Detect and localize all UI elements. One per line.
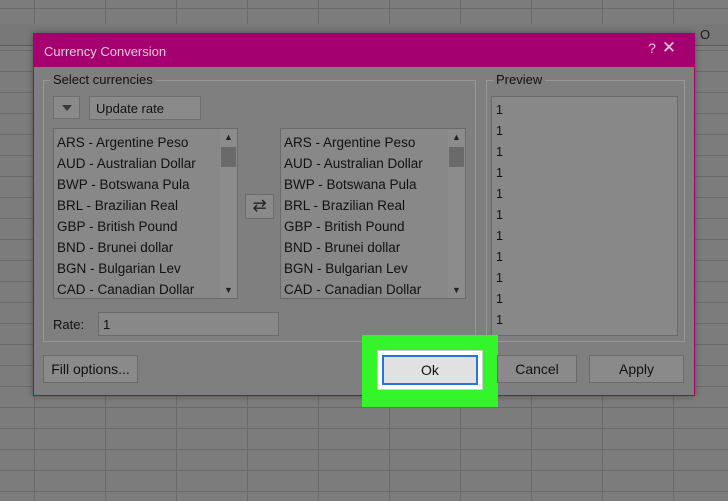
preview-value: 1 — [496, 271, 503, 285]
preview-list: 1 1 1 1 1 1 1 1 1 1 1 — [491, 96, 678, 336]
column-o-header[interactable]: O — [700, 27, 710, 42]
scroll-thumb[interactable] — [449, 147, 464, 167]
ok-button-frame: Ok — [377, 350, 483, 390]
list-item[interactable]: CAD - Canadian Dollar — [284, 279, 423, 298]
apply-button[interactable]: Apply — [589, 355, 684, 383]
list-item[interactable]: BGN - Bulgarian Lev — [57, 258, 196, 279]
list-item[interactable]: BND - Brunei dollar — [57, 237, 196, 258]
list-item[interactable]: BRL - Brazilian Real — [284, 195, 423, 216]
cancel-button[interactable]: Cancel — [497, 355, 577, 383]
scroll-down-icon[interactable]: ▼ — [448, 282, 465, 298]
scroll-up-icon[interactable]: ▲ — [448, 129, 465, 145]
list-item[interactable]: AUD - Australian Dollar — [284, 153, 423, 174]
list-item[interactable]: GBP - British Pound — [57, 216, 196, 237]
rate-input[interactable]: 1 — [98, 312, 279, 336]
list-item[interactable]: BRL - Brazilian Real — [57, 195, 196, 216]
scroll-down-icon[interactable]: ▼ — [220, 282, 237, 298]
preview-value: 1 — [496, 313, 503, 327]
list-item[interactable]: BWP - Botswana Pula — [284, 174, 423, 195]
rate-label: Rate: — [53, 317, 85, 332]
preview-value: 1 — [496, 145, 503, 159]
list-item[interactable]: ARS - Argentine Peso — [284, 132, 423, 153]
list-item[interactable]: BGN - Bulgarian Lev — [284, 258, 423, 279]
preview-value: 1 — [496, 292, 503, 306]
from-list-scrollbar[interactable]: ▲ ▼ — [220, 129, 237, 298]
preview-label: Preview — [493, 72, 546, 87]
select-currencies-label: Select currencies — [50, 72, 156, 87]
preview-value: 1 — [496, 229, 503, 243]
preview-value: 1 — [496, 187, 503, 201]
preview-value: 1 — [496, 250, 503, 264]
list-item[interactable]: ARS - Argentine Peso — [57, 132, 196, 153]
close-icon[interactable]: ✕ — [656, 38, 682, 58]
scroll-thumb[interactable] — [221, 147, 236, 167]
swap-currencies-icon[interactable]: ⇄ — [245, 194, 274, 219]
fill-options-button[interactable]: Fill options... — [43, 355, 138, 383]
dialog-title: Currency Conversion — [44, 44, 167, 59]
ok-button[interactable]: Ok — [382, 355, 478, 385]
list-item[interactable]: BND - Brunei dollar — [284, 237, 423, 258]
to-list-scrollbar[interactable]: ▲ ▼ — [448, 129, 465, 298]
list-item[interactable]: AUD - Australian Dollar — [57, 153, 196, 174]
to-currency-list[interactable]: ARS - Argentine Peso AUD - Australian Dol… — [280, 128, 466, 299]
preview-value: 1 — [496, 166, 503, 180]
update-rate-button[interactable]: Update rate — [89, 96, 201, 120]
list-item[interactable]: GBP - British Pound — [284, 216, 423, 237]
from-currency-list[interactable]: ARS - Argentine Peso AUD - Australian Dol… — [53, 128, 238, 299]
preview-value: 1 — [496, 103, 503, 117]
preview-value: 1 — [496, 208, 503, 222]
list-item[interactable]: BWP - Botswana Pula — [57, 174, 196, 195]
chevron-down-icon[interactable] — [53, 96, 80, 119]
list-item[interactable]: CAD - Canadian Dollar — [57, 279, 196, 298]
dialog-titlebar: Currency Conversion ? ✕ — [34, 34, 694, 67]
preview-value: 1 — [496, 124, 503, 138]
scroll-up-icon[interactable]: ▲ — [220, 129, 237, 145]
